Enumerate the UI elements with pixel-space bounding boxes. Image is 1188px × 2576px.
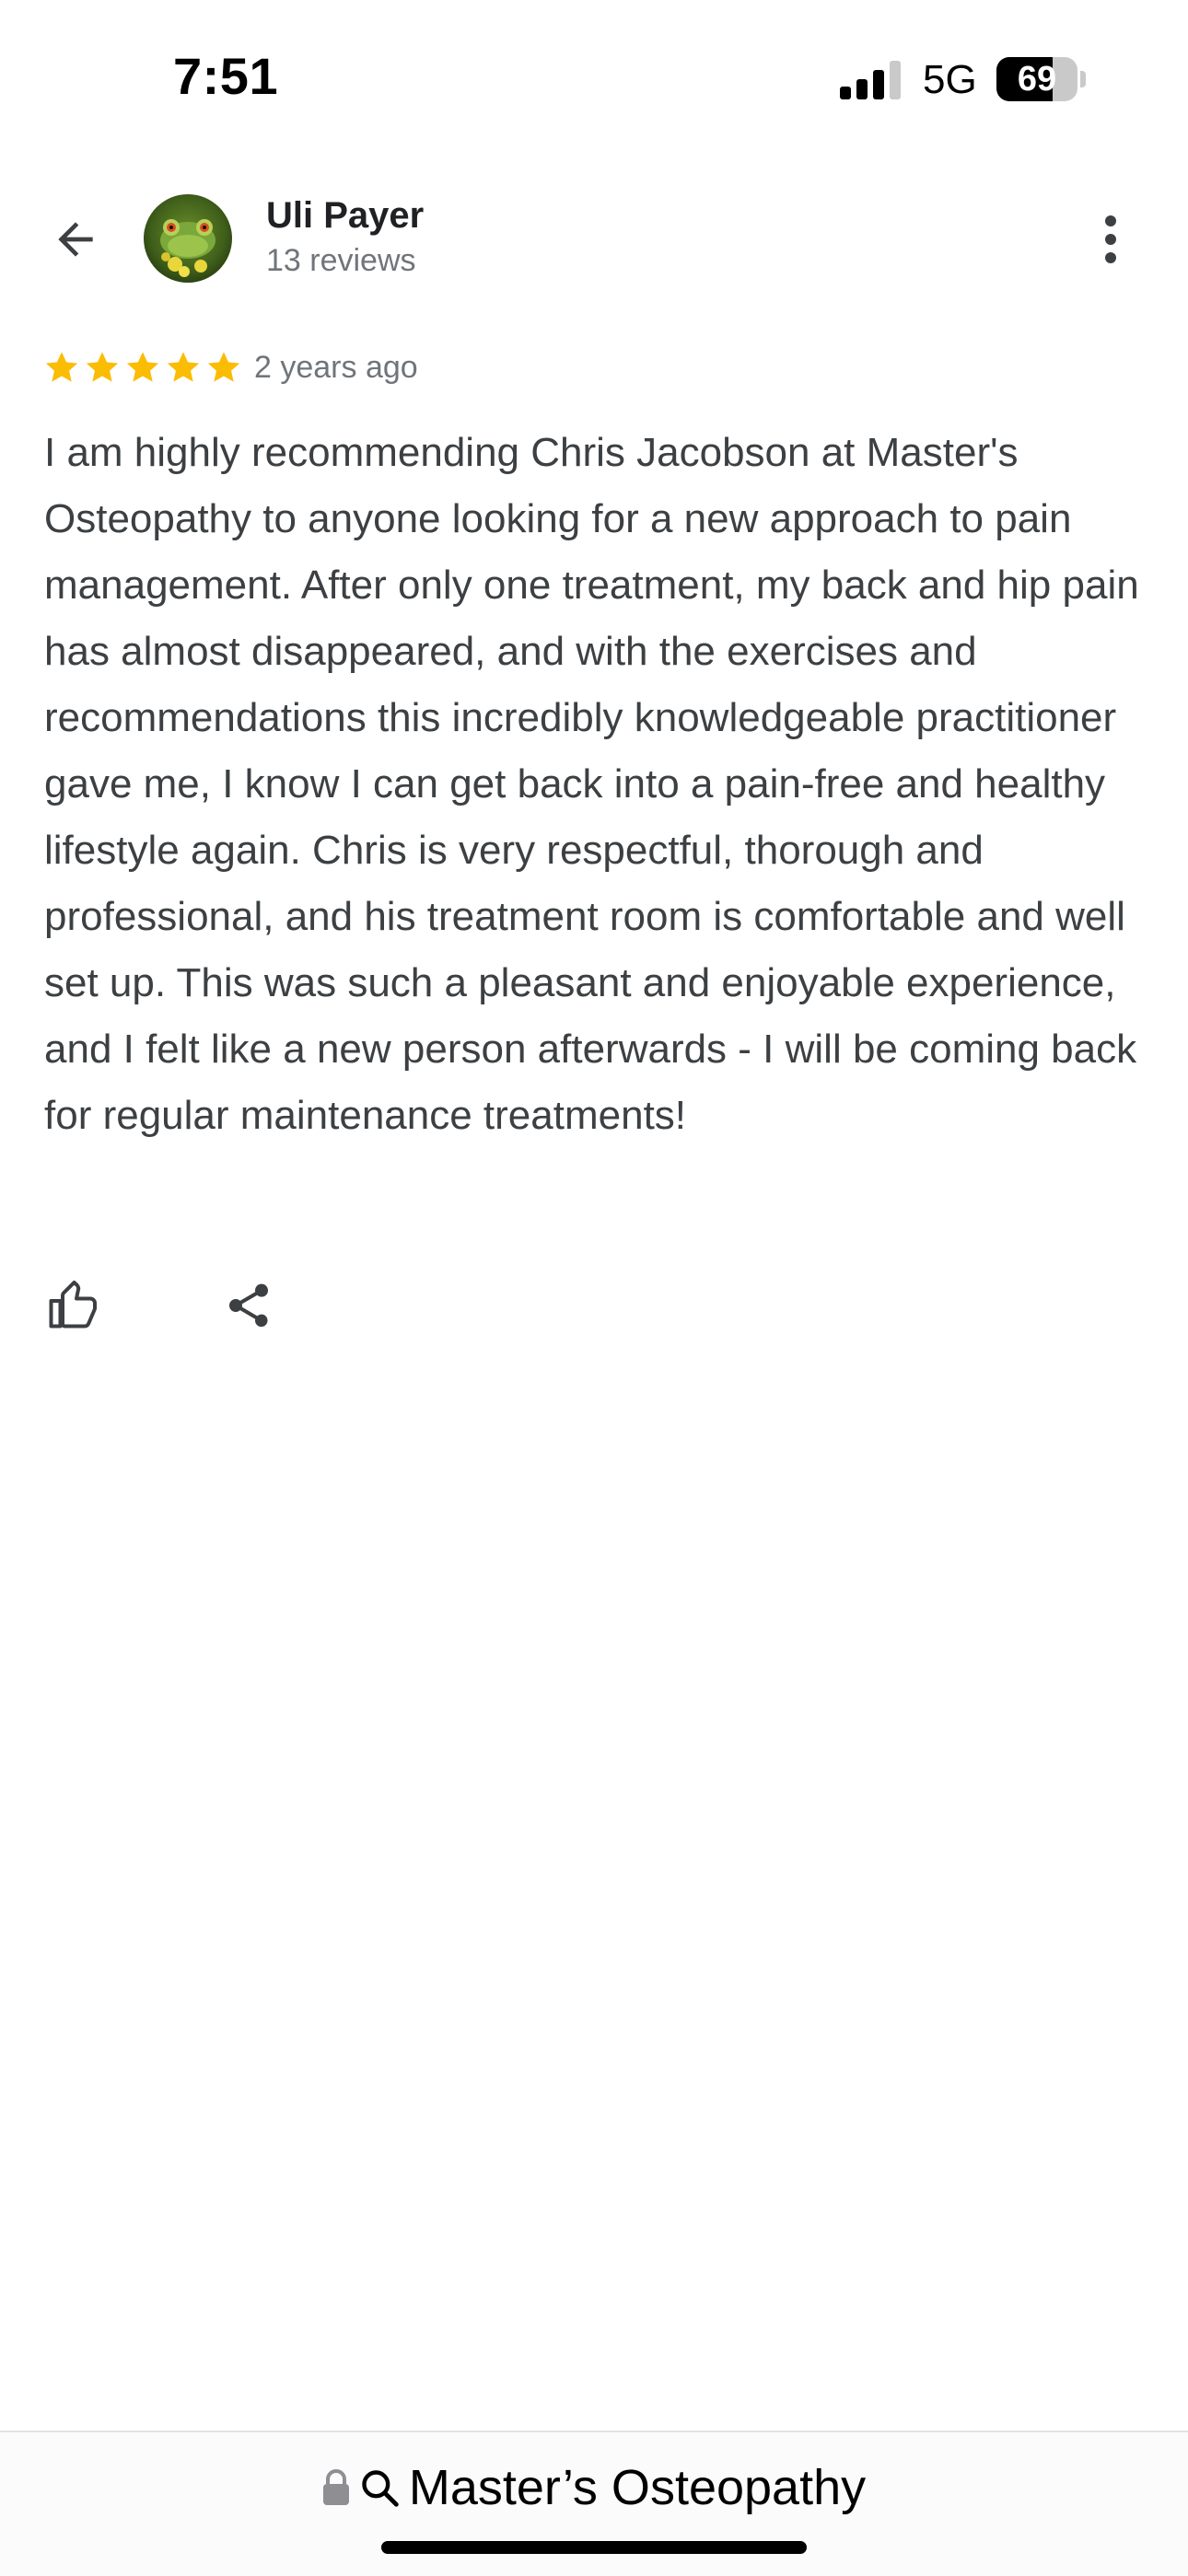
share-icon — [229, 1283, 268, 1328]
review-date: 2 years ago — [254, 350, 418, 385]
avatar[interactable] — [144, 194, 232, 283]
share-button[interactable] — [217, 1274, 280, 1337]
star-icon — [45, 352, 78, 382]
url-field[interactable]: Master’s Osteopathy — [0, 2460, 1188, 2515]
star-rating — [42, 348, 243, 390]
lock-icon — [322, 2469, 349, 2505]
cellular-signal-icon — [840, 61, 901, 99]
star-icon — [126, 352, 159, 382]
like-button[interactable] — [41, 1274, 103, 1337]
battery-level-label: 69 — [1017, 60, 1057, 99]
reviewer-name[interactable]: Uli Payer — [266, 195, 424, 237]
more-vertical-icon — [1105, 215, 1116, 263]
network-type-label: 5G — [923, 57, 977, 102]
home-indicator[interactable] — [381, 2541, 807, 2554]
star-icon — [86, 352, 119, 382]
status-time: 7:51 — [173, 47, 279, 105]
arrow-left-icon — [58, 222, 93, 257]
browser-address-bar: Master’s Osteopathy — [0, 2431, 1188, 2576]
url-text: Master’s Osteopathy — [408, 2460, 867, 2515]
back-button[interactable] — [41, 204, 111, 274]
reviewer-review-count: 13 reviews — [266, 243, 416, 278]
more-options-button[interactable] — [1083, 204, 1138, 274]
star-icon — [207, 352, 240, 382]
status-bar: 7:51 5G 69 — [0, 0, 1188, 157]
search-icon — [362, 2470, 399, 2507]
battery-cap — [1080, 71, 1086, 87]
review-text: I am highly recommending Chris Jacobson … — [44, 430, 1139, 1138]
thumbs-up-icon — [49, 1281, 97, 1329]
battery-icon: 69 — [996, 57, 1077, 101]
frog-avatar-image — [144, 194, 232, 283]
star-icon — [167, 352, 200, 382]
